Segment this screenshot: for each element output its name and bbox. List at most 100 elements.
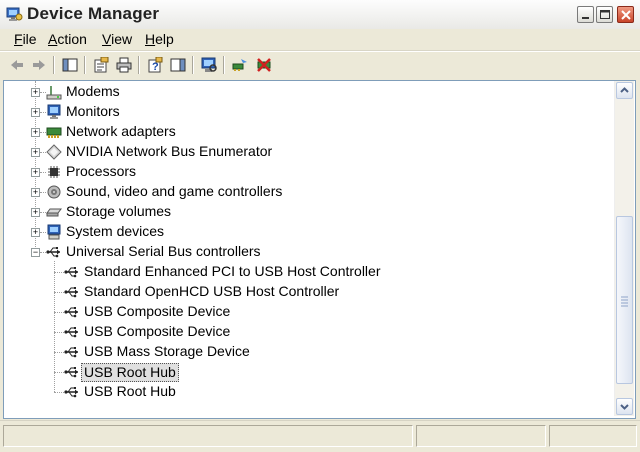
toolbar-separator bbox=[138, 56, 140, 74]
tree-category-network-adapters[interactable]: + Network adapters bbox=[4, 122, 604, 142]
tree-device-row[interactable]: Standard OpenHCD USB Host Controller bbox=[4, 282, 604, 302]
tree-connector bbox=[54, 312, 64, 313]
menu-action[interactable]: Action bbox=[48, 31, 87, 47]
back-button[interactable] bbox=[7, 55, 27, 75]
minimize-button[interactable] bbox=[577, 6, 594, 23]
tree-category-monitors[interactable]: + Monitors bbox=[4, 102, 604, 122]
status-pane-main bbox=[3, 425, 413, 447]
tree-category-label: System devices bbox=[66, 223, 165, 239]
tree-category-label: Storage volumes bbox=[66, 203, 172, 219]
show-hide-action-pane-button[interactable] bbox=[168, 55, 188, 75]
tree-connector bbox=[54, 352, 64, 353]
scroll-up-button[interactable] bbox=[616, 82, 633, 99]
tree-device-label: USB Mass Storage Device bbox=[84, 343, 250, 359]
tree-connector bbox=[54, 292, 64, 293]
vertical-scrollbar[interactable] bbox=[614, 81, 634, 416]
tree-category-sound-video-game[interactable]: + Sound, video and game controllers bbox=[4, 182, 604, 202]
tree-device-row[interactable]: USB Mass Storage Device bbox=[4, 342, 604, 362]
expand-toggle[interactable]: + bbox=[31, 188, 40, 197]
menu-help[interactable]: Help bbox=[145, 31, 174, 47]
expand-toggle[interactable]: + bbox=[31, 108, 40, 117]
menu-bar: File Action View Help bbox=[0, 29, 640, 51]
device-manager-window: Device Manager File Action View Help ? +… bbox=[0, 0, 640, 452]
device-tree[interactable]: + Modems + Monitors + Network adapters + bbox=[3, 80, 636, 419]
status-pane-tertiary bbox=[549, 425, 637, 447]
tree-category-storage-volumes[interactable]: + Storage volumes bbox=[4, 202, 604, 222]
menu-action-label: ction bbox=[57, 31, 87, 47]
menu-help-label: elp bbox=[155, 31, 174, 47]
close-button[interactable] bbox=[617, 6, 634, 23]
bus-enumerator-icon bbox=[46, 144, 62, 160]
sound-icon bbox=[46, 184, 62, 200]
scroll-thumb[interactable] bbox=[616, 216, 633, 384]
update-driver-icon bbox=[232, 59, 247, 71]
menu-view[interactable]: View bbox=[102, 31, 132, 47]
uninstall-button[interactable] bbox=[254, 55, 274, 75]
tree-category-label: Modems bbox=[66, 83, 120, 99]
tree-device-row-selected[interactable]: USB Root Hub bbox=[4, 362, 604, 382]
tree-device-label: Standard OpenHCD USB Host Controller bbox=[84, 283, 340, 299]
collapse-toggle[interactable]: − bbox=[31, 248, 40, 257]
update-driver-button[interactable] bbox=[230, 55, 250, 75]
tree-category-usb-controllers[interactable]: − Universal Serial Bus controllers bbox=[4, 242, 604, 262]
menu-file-accel: F bbox=[14, 31, 23, 47]
maximize-button[interactable] bbox=[596, 6, 613, 23]
toolbar-separator bbox=[84, 56, 86, 74]
help-icon: ? bbox=[148, 57, 163, 73]
tree-category-label: Sound, video and game controllers bbox=[66, 183, 283, 199]
scan-hardware-changes-button[interactable] bbox=[199, 55, 219, 75]
properties-icon bbox=[94, 57, 109, 73]
tree-connector bbox=[54, 272, 64, 273]
forward-button[interactable] bbox=[29, 55, 49, 75]
help-button[interactable]: ? bbox=[145, 55, 165, 75]
print-button[interactable] bbox=[114, 55, 134, 75]
usb-device-icon bbox=[64, 304, 80, 320]
expand-toggle[interactable]: + bbox=[31, 208, 40, 217]
tree-category-modems[interactable]: + Modems bbox=[4, 82, 604, 102]
toolbar-separator bbox=[223, 56, 225, 74]
menu-view-label: iew bbox=[111, 31, 133, 47]
show-hide-console-tree-icon bbox=[62, 58, 78, 72]
chevron-up-icon bbox=[620, 87, 629, 93]
maximize-icon bbox=[600, 10, 610, 19]
expand-toggle[interactable]: + bbox=[31, 148, 40, 157]
monitor-icon bbox=[46, 104, 62, 120]
usb-device-icon bbox=[64, 384, 80, 400]
network-adapter-icon bbox=[46, 124, 62, 140]
scroll-down-button[interactable] bbox=[616, 398, 633, 415]
toolbar-separator bbox=[53, 56, 55, 74]
status-pane-secondary bbox=[416, 425, 546, 447]
tree-category-label: Processors bbox=[66, 163, 137, 179]
tree-device-row[interactable]: USB Composite Device bbox=[4, 322, 604, 342]
usb-device-icon bbox=[64, 364, 80, 380]
uninstall-icon bbox=[257, 58, 271, 72]
device-manager-app-icon bbox=[6, 6, 23, 22]
usb-device-icon bbox=[64, 264, 80, 280]
svg-text:?: ? bbox=[152, 61, 159, 73]
chevron-down-icon bbox=[620, 404, 629, 410]
show-hide-console-tree-button[interactable] bbox=[60, 55, 80, 75]
tree-category-system-devices[interactable]: + System devices bbox=[4, 222, 604, 242]
modem-icon bbox=[46, 84, 62, 100]
properties-button[interactable] bbox=[91, 55, 111, 75]
tree-device-row[interactable]: Standard Enhanced PCI to USB Host Contro… bbox=[4, 262, 604, 282]
scan-hardware-changes-icon bbox=[201, 57, 217, 72]
title-bar[interactable]: Device Manager bbox=[0, 0, 640, 30]
tree-connector bbox=[54, 332, 64, 333]
expand-toggle[interactable]: + bbox=[31, 88, 40, 97]
expand-toggle[interactable]: + bbox=[31, 168, 40, 177]
storage-volume-icon bbox=[46, 204, 62, 220]
tree-category-label: NVIDIA Network Bus Enumerator bbox=[66, 143, 273, 159]
menu-file[interactable]: File bbox=[14, 31, 37, 47]
tree-device-label-selected: USB Root Hub bbox=[81, 363, 179, 382]
tree-device-row[interactable]: USB Root Hub bbox=[4, 382, 604, 402]
expand-toggle[interactable]: + bbox=[31, 228, 40, 237]
expand-toggle[interactable]: + bbox=[31, 128, 40, 137]
grip-icon bbox=[621, 296, 628, 307]
window-title: Device Manager bbox=[27, 4, 160, 23]
tree-device-label: USB Composite Device bbox=[84, 303, 231, 319]
tree-category-processors[interactable]: + Processors bbox=[4, 162, 604, 182]
tree-device-row[interactable]: USB Composite Device bbox=[4, 302, 604, 322]
tree-connector bbox=[54, 372, 64, 373]
tree-category-nvidia-network-bus-enumerator[interactable]: + NVIDIA Network Bus Enumerator bbox=[4, 142, 604, 162]
